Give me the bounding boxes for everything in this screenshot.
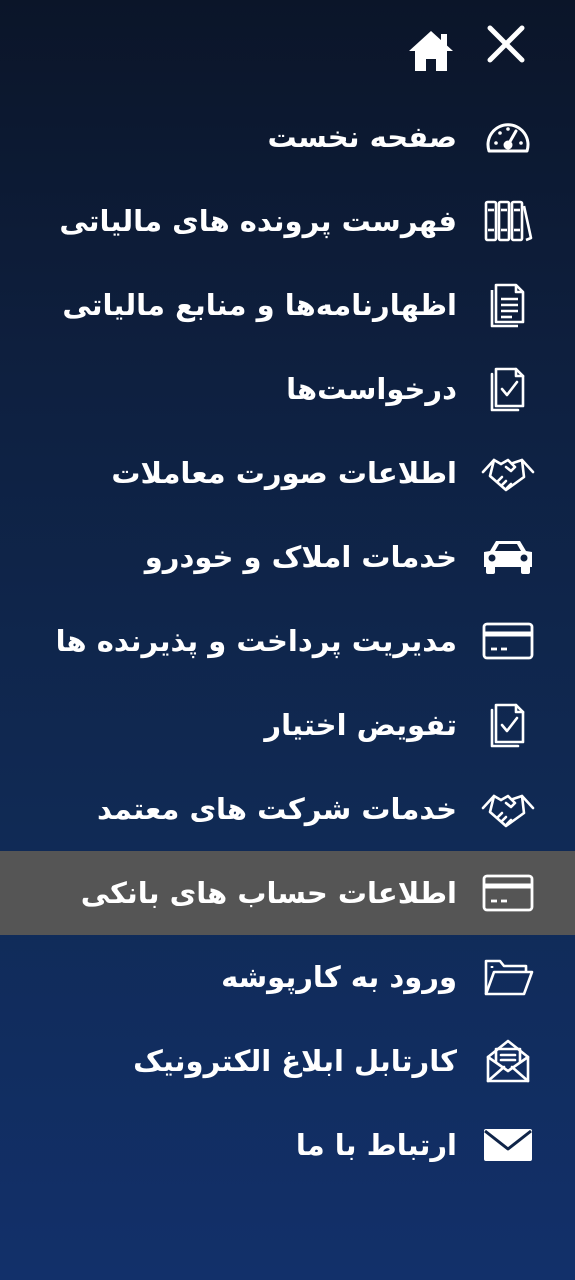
menu-item-label: اطلاعات حساب های بانکی	[80, 875, 457, 910]
menu-item-label: خدمات شرکت های معتمد	[97, 791, 457, 826]
home-icon[interactable]	[406, 28, 456, 74]
menu-item-label: اطلاعات صورت معاملات	[111, 455, 457, 490]
menu-item-tax-files[interactable]: فهرست پرونده های مالیاتی	[0, 179, 575, 263]
menu-item-contact[interactable]: ارتباط با ما	[0, 1103, 575, 1187]
document-check-icon	[479, 364, 537, 414]
menu-item-label: تفویض اختیار	[264, 707, 457, 742]
menu-item-label: ارتباط با ما	[295, 1127, 457, 1162]
folder-icon	[479, 952, 537, 1002]
credit-card-icon	[479, 868, 537, 918]
menu-item-label: خدمات املاک و خودرو	[144, 539, 457, 574]
menu-item-label: اظهارنامه‌ها و منابع مالیاتی	[62, 287, 457, 322]
menu-item-label: درخواست‌ها	[286, 371, 457, 406]
side-menu: صفحه نخست فهرست پرونده های مالیاتی اظهار…	[0, 95, 575, 1187]
menu-item-label: مدیریت پرداخت و پذیرنده ها	[55, 623, 457, 658]
envelope-document-icon	[479, 1036, 537, 1086]
menu-item-transactions[interactable]: اطلاعات صورت معاملات	[0, 431, 575, 515]
menu-item-label: فهرست پرونده های مالیاتی	[59, 203, 457, 238]
menu-item-requests[interactable]: درخواست‌ها	[0, 347, 575, 431]
menu-item-workfolder[interactable]: ورود به کارپوشه	[0, 935, 575, 1019]
document-check-icon	[479, 700, 537, 750]
document-icon	[479, 280, 537, 330]
dashboard-gauge-icon	[479, 112, 537, 162]
handshake-icon	[479, 448, 537, 498]
envelope-icon	[479, 1120, 537, 1170]
car-icon	[479, 532, 537, 582]
menu-item-label: صفحه نخست	[267, 119, 457, 154]
menu-item-tax-returns[interactable]: اظهارنامه‌ها و منابع مالیاتی	[0, 263, 575, 347]
menu-item-delegation[interactable]: تفویض اختیار	[0, 683, 575, 767]
menu-item-property-car[interactable]: خدمات املاک و خودرو	[0, 515, 575, 599]
handshake-icon	[479, 784, 537, 834]
binders-icon	[479, 196, 537, 246]
menu-item-home[interactable]: صفحه نخست	[0, 95, 575, 179]
menu-item-label: ورود به کارپوشه	[221, 959, 457, 994]
credit-card-icon	[479, 616, 537, 666]
top-bar	[0, 0, 575, 90]
menu-item-e-notice[interactable]: کارتابل ابلاغ الکترونیک	[0, 1019, 575, 1103]
menu-item-label: کارتابل ابلاغ الکترونیک	[133, 1043, 457, 1078]
menu-item-bank-accounts[interactable]: اطلاعات حساب های بانکی	[0, 851, 575, 935]
close-icon[interactable]	[486, 24, 526, 64]
menu-item-payment[interactable]: مدیریت پرداخت و پذیرنده ها	[0, 599, 575, 683]
menu-item-trusted-companies[interactable]: خدمات شرکت های معتمد	[0, 767, 575, 851]
